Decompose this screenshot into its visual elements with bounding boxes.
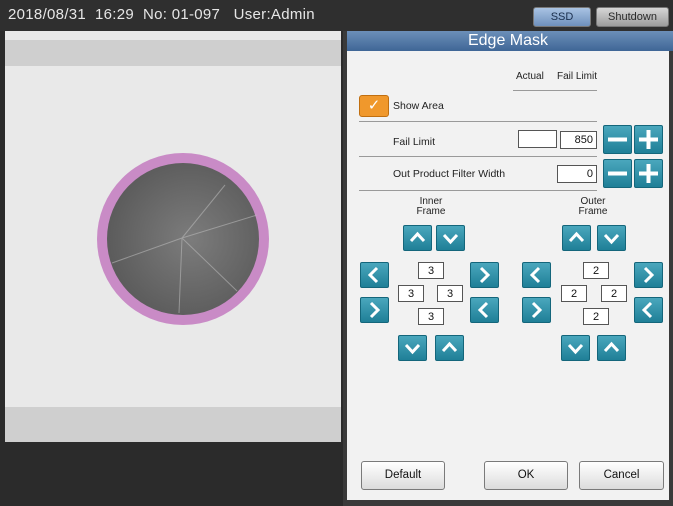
fail-limit-label: Fail Limit xyxy=(393,136,436,148)
outer-right-input[interactable]: 2 xyxy=(601,285,627,302)
minus-icon xyxy=(608,137,627,142)
actual-column-header: Actual xyxy=(516,71,544,82)
outer-bottom-input[interactable]: 2 xyxy=(583,308,609,325)
fail-limit-minus-button[interactable] xyxy=(603,125,632,154)
chevron-up-icon xyxy=(603,341,620,353)
outer-bottom-down-button[interactable] xyxy=(561,335,590,361)
divider xyxy=(359,190,597,191)
chevron-right-icon xyxy=(643,266,655,284)
ssd-button[interactable]: SSD xyxy=(533,7,591,27)
chevron-right-icon xyxy=(369,301,381,319)
filter-width-plus-button[interactable] xyxy=(634,159,663,188)
inner-top-down-button[interactable] xyxy=(436,225,465,251)
fail-limit-plus-button[interactable] xyxy=(634,125,663,154)
chevron-left-icon xyxy=(529,266,541,284)
panel-bottom-border xyxy=(343,500,673,506)
image-footer-area xyxy=(5,442,341,506)
ok-button[interactable]: OK xyxy=(484,461,568,490)
chevron-up-icon xyxy=(409,231,426,243)
image-top-band xyxy=(5,40,341,66)
inner-top-up-button[interactable] xyxy=(403,225,432,251)
chevron-down-icon xyxy=(603,233,620,245)
inner-bottom-up-button[interactable] xyxy=(435,335,464,361)
outer-top-input[interactable]: 2 xyxy=(583,262,609,279)
chevron-down-icon xyxy=(442,233,459,245)
inner-right-input[interactable]: 3 xyxy=(437,285,463,302)
fail-limit-column-header: Fail Limit xyxy=(557,71,598,82)
panel-right-border xyxy=(669,51,673,506)
outer-left-input[interactable]: 2 xyxy=(561,285,587,302)
outer-top-up-button[interactable] xyxy=(562,225,591,251)
divider xyxy=(359,121,597,122)
outer-right-left-button[interactable] xyxy=(634,297,663,323)
plus-icon xyxy=(639,164,658,183)
inner-bottom-down-button[interactable] xyxy=(398,335,427,361)
chevron-right-icon xyxy=(531,301,543,319)
inner-top-input[interactable]: 3 xyxy=(418,262,444,279)
divider xyxy=(359,156,597,157)
chevron-down-icon xyxy=(567,343,584,355)
inner-frame-title-2: Frame xyxy=(416,206,446,217)
outer-left-left-button[interactable] xyxy=(522,262,551,288)
fail-limit-input[interactable]: 850 xyxy=(560,131,597,149)
out-product-filter-input[interactable]: 0 xyxy=(557,165,597,183)
outer-right-right-button[interactable] xyxy=(634,262,663,288)
chevron-up-icon xyxy=(441,341,458,353)
cancel-button[interactable]: Cancel xyxy=(579,461,664,490)
chevron-left-icon xyxy=(477,301,489,319)
header-divider xyxy=(513,90,597,91)
chevron-down-icon xyxy=(404,343,421,355)
plus-icon xyxy=(639,130,658,149)
inner-bottom-input[interactable]: 3 xyxy=(418,308,444,325)
inner-right-right-button[interactable] xyxy=(470,262,499,288)
outer-top-down-button[interactable] xyxy=(597,225,626,251)
filter-width-minus-button[interactable] xyxy=(603,159,632,188)
inner-right-left-button[interactable] xyxy=(470,297,499,323)
show-area-checkbox[interactable]: ✓ xyxy=(359,95,389,117)
wafer-image xyxy=(107,163,259,315)
minus-icon xyxy=(608,171,627,176)
inner-left-input[interactable]: 3 xyxy=(398,285,424,302)
image-bottom-band xyxy=(5,407,341,442)
out-product-filter-label: Out Product Filter Width xyxy=(393,168,506,180)
default-button[interactable]: Default xyxy=(361,461,445,490)
panel-title: Edge Mask xyxy=(343,31,673,51)
show-area-label: Show Area xyxy=(393,100,444,112)
outer-bottom-up-button[interactable] xyxy=(597,335,626,361)
outer-frame-title-2: Frame xyxy=(578,206,608,217)
shutdown-button[interactable]: Shutdown xyxy=(596,7,669,27)
status-text: 2018/08/31 16:29 No: 01-097 User:Admin xyxy=(8,6,315,23)
panel-left-border xyxy=(343,31,347,506)
inner-left-right-button[interactable] xyxy=(360,297,389,323)
chevron-left-icon xyxy=(367,266,379,284)
outer-left-right-button[interactable] xyxy=(522,297,551,323)
fail-limit-actual-field xyxy=(518,130,557,148)
inner-left-left-button[interactable] xyxy=(360,262,389,288)
chevron-right-icon xyxy=(479,266,491,284)
chevron-up-icon xyxy=(568,231,585,243)
chevron-left-icon xyxy=(641,301,653,319)
